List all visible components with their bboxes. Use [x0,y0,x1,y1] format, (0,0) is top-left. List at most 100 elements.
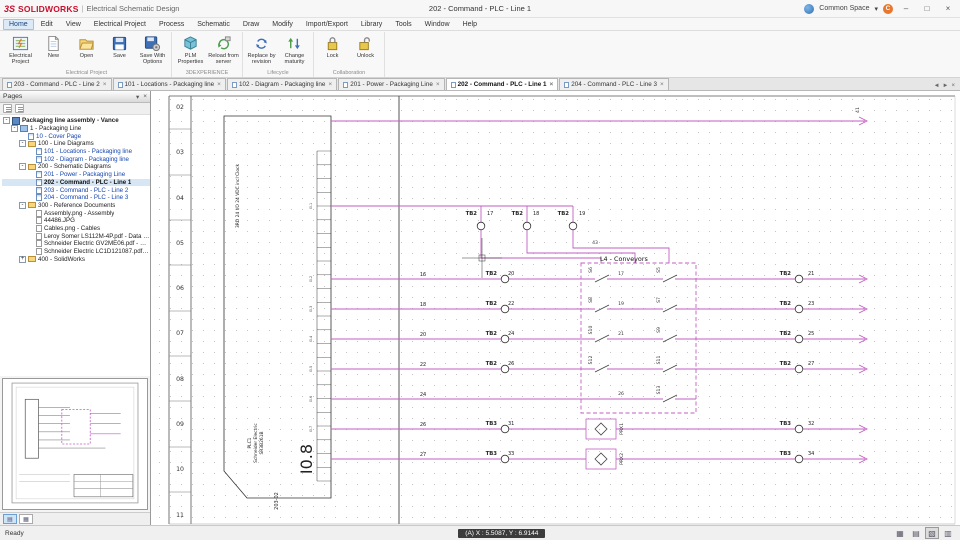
button-label: Save With Options [139,53,166,66]
tree-item-101[interactable]: 101 - Locations - Packaging line [2,148,150,156]
symbols-tab-icon[interactable]: ▦ [19,514,33,524]
svg-text:I0.5: I0.5 [309,366,313,372]
svg-text:TB3: TB3 [486,421,498,427]
reload-from-server-button[interactable]: Reload from server [207,32,240,69]
minimize-button[interactable]: – [898,4,914,13]
tree-item-reference-documents[interactable]: -300 - Reference Documents [2,201,150,210]
space-selector[interactable]: Common Space [819,5,869,12]
tab-101[interactable]: 101 - Locations - Packaging line × [112,78,226,90]
electrical-project-icon [12,36,29,51]
tree-item-schematic-diagrams[interactable]: -200 - Schematic Diagrams [2,163,150,171]
tab-close-icon[interactable]: × [327,81,332,88]
expander[interactable]: - [19,201,26,209]
expander[interactable]: - [3,117,10,125]
tab-close-icon[interactable]: × [216,81,221,88]
tab-close-icon[interactable]: × [549,81,554,88]
change-maturity-button[interactable]: Change maturity [278,32,311,69]
expander[interactable]: - [11,125,18,133]
tree-item-201[interactable]: 201 - Power - Packaging Line [2,171,150,179]
new-button[interactable]: New [37,32,70,69]
menu-view[interactable]: View [60,19,87,30]
maximize-button[interactable]: □ [919,4,935,13]
save-button[interactable]: Save [103,32,136,69]
components-view-icon[interactable] [15,104,24,113]
schematic-canvas[interactable]: 02 03 04 05 06 07 08 09 10 11 3RD 24 I/O… [151,91,960,525]
close-button[interactable]: × [940,4,956,13]
tree-item-lc1d121087-pdf[interactable]: Schneider Electric LC1D121087.pdf - D... [2,248,150,256]
menu-process[interactable]: Process [153,19,190,30]
tree-item-102[interactable]: 102 - Diagram - Packaging line [2,155,150,163]
user-avatar[interactable]: C [883,3,893,14]
document-tab-bar: 203 - Command - PLC - Line 2 × 101 - Loca… [0,78,960,91]
tree-item-202-selected[interactable]: 202 - Command - PLC - Line 1 [2,178,150,187]
menu-home[interactable]: Home [3,18,34,30]
expander[interactable]: - [19,140,26,148]
tree-item-line-diagrams[interactable]: -100 - Line Diagrams [2,140,150,148]
electrical-project-button[interactable]: Electrical Project [4,32,37,69]
open-button[interactable]: Open [70,32,103,69]
tree-item-solidworks[interactable]: +400 - SolidWorks [2,255,150,263]
menu-draw[interactable]: Draw [237,19,265,30]
tab-201[interactable]: 201 - Power - Packaging Line × [338,78,445,90]
panel-close-icon[interactable]: × [143,93,147,101]
tree-item-203[interactable]: 203 - Command - PLC - Line 2 [2,186,150,194]
menu-schematic[interactable]: Schematic [191,19,236,30]
svg-text:PRX1: PRX1 [619,423,625,435]
svg-text:17: 17 [487,211,493,217]
svg-text:24: 24 [420,392,426,398]
plm-properties-button[interactable]: PLM Properties [174,32,207,69]
tree-item-root[interactable]: - Packaging line assembly - Vance [2,116,150,125]
menu-help[interactable]: Help [457,19,483,30]
menu-electrical-project[interactable]: Electrical Project [88,19,152,30]
svg-text:I0.3: I0.3 [309,306,313,312]
unlock-button[interactable]: Unlock [349,32,382,69]
panel-menu-icon[interactable]: ▾ [136,93,139,101]
page-icon [36,148,42,156]
svg-text:S6: S6 [588,267,594,273]
tab-204[interactable]: 204 - Command - PLC - Line 3 × [559,78,669,90]
save-with-options-button[interactable]: Save With Options [136,32,169,69]
tree-item-leroy-somer-pdf[interactable]: Leroy Somer LS112M-4P.pdf - Data sh... [2,232,150,240]
expander[interactable]: + [19,255,26,263]
tree-item-204[interactable]: 204 - Command - PLC - Line 3 [2,194,150,202]
tab-close-all-icon[interactable]: × [951,83,955,89]
tree-item-cables-png[interactable]: Cables.png - Cables [2,224,150,233]
tree-item-packaging-line[interactable]: -1 - Packaging Line [2,125,150,133]
tree-item-cover-page[interactable]: 10 - Cover Page [2,132,150,140]
replace-by-revision-button[interactable]: Replace by revision [245,32,278,69]
selection-filter-icon[interactable]: ▧ [925,527,939,539]
wire-arrows [858,116,869,464]
tab-scroll-left-icon[interactable]: ◄ [934,83,940,89]
menu-edit[interactable]: Edit [35,19,59,30]
svg-text:33: 33 [508,451,514,457]
chevron-down-icon[interactable]: ▾ [874,5,878,13]
tree-item-gv2me06-pdf[interactable]: Schneider Electric GV2ME06.pdf - Data... [2,240,150,248]
menu-tools[interactable]: Tools [389,19,417,30]
tab-203[interactable]: 203 - Command - PLC - Line 2 × [2,78,112,90]
expander[interactable]: - [19,163,26,171]
tree-item-assembly-png[interactable]: Assembly.png - Assembly [2,209,150,217]
layers-icon[interactable]: ▥ [941,527,955,539]
tab-102[interactable]: 102 - Diagram - Packaging line × [226,78,338,90]
pages-view-icon[interactable] [3,104,12,113]
tab-close-icon[interactable]: × [102,81,107,88]
button-label: Open [79,53,94,59]
menu-import-export[interactable]: Import/Export [300,19,354,30]
tab-close-icon[interactable]: × [659,81,664,88]
pages-tab-icon[interactable]: ▤ [3,514,17,524]
table-icon[interactable]: ▦ [893,527,907,539]
svg-text:TB2: TB2 [486,331,498,337]
svg-text:TB3: TB3 [780,421,792,427]
svg-text:16: 16 [420,272,426,278]
tab-scroll-right-icon[interactable]: ► [943,83,949,89]
tab-close-icon[interactable]: × [435,81,440,88]
tab-202-active[interactable]: 202 - Command - PLC - Line 1 × [445,78,559,90]
svg-text:TB2: TB2 [780,301,792,307]
tree-item-44486-jpg[interactable]: 44486.JPG [2,217,150,225]
lock-button[interactable]: Lock [316,32,349,69]
menu-modify[interactable]: Modify [266,19,299,30]
menu-library[interactable]: Library [355,19,388,30]
button-label: Reload from server [208,53,239,66]
grid-snap-icon[interactable]: ▤ [909,527,923,539]
menu-window[interactable]: Window [419,19,456,30]
